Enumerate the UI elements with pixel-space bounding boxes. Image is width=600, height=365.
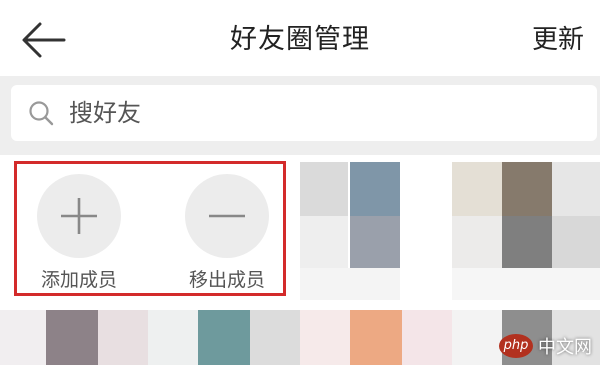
search-input[interactable] — [69, 85, 549, 141]
remove-member-circle — [185, 174, 269, 258]
watermark-logo: php — [499, 334, 533, 358]
search-box[interactable] — [11, 85, 597, 141]
top-bar: 好友圈管理 更新 — [0, 0, 600, 76]
add-member-label: 添加成员 — [40, 269, 117, 291]
add-member-circle — [37, 174, 121, 258]
add-member-button[interactable]: 添加成员 — [24, 174, 134, 292]
remove-member-button[interactable]: 移出成员 — [172, 174, 282, 292]
plus-icon — [61, 198, 97, 234]
remove-member-label: 移出成员 — [188, 269, 265, 291]
member-actions-highlight: 添加成员 移出成员 — [14, 161, 286, 296]
search-icon — [29, 101, 54, 126]
search-bar — [0, 76, 600, 155]
watermark-text: 中文网 — [538, 337, 592, 358]
minus-icon — [209, 214, 245, 218]
page-title: 好友圈管理 — [230, 24, 370, 55]
update-button[interactable]: 更新 — [532, 18, 584, 62]
site-watermark: php 中文网 — [499, 333, 592, 359]
